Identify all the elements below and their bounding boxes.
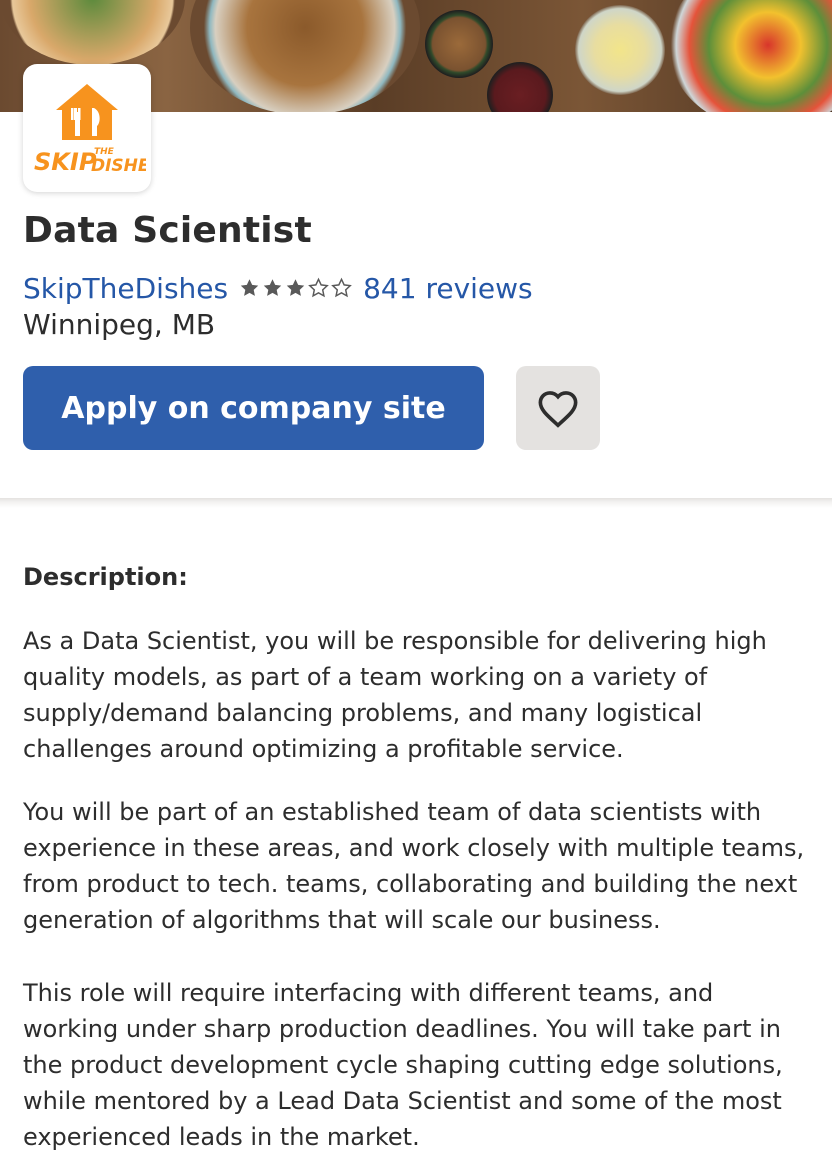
description-paragraph: You will be part of an established team …: [23, 798, 805, 934]
logo-text-dishes: DISHES: [91, 156, 146, 176]
banner-lemon-glass: [575, 5, 665, 95]
description-paragraph: As a Data Scientist, you will be respons…: [23, 627, 767, 763]
star-empty-icon: [308, 277, 329, 298]
banner-spice-bowl: [425, 10, 493, 78]
job-title: Data Scientist: [23, 210, 312, 251]
company-rating-line: SkipTheDishes 841 reviews: [23, 270, 533, 306]
star-empty-icon: [331, 277, 352, 298]
banner-plate: [0, 0, 185, 65]
star-filled-icon: [263, 279, 282, 296]
description-heading: Description:: [23, 563, 188, 591]
description-paragraph: This role will require interfacing with …: [23, 979, 783, 1151]
company-name-link[interactable]: SkipTheDishes: [23, 272, 228, 305]
skip-the-dishes-logo-icon: SKIP THE DISHES: [34, 84, 146, 176]
company-logo: SKIP THE DISHES: [23, 64, 151, 192]
reviews-link[interactable]: 841 reviews: [363, 272, 533, 305]
job-location: Winnipeg, MB: [23, 308, 216, 341]
apply-on-company-site-button[interactable]: Apply on company site: [23, 366, 484, 450]
banner-skewer-plate: [190, 0, 420, 112]
heart-icon: [538, 391, 578, 428]
star-rating: [238, 277, 353, 299]
banner-spice-bowl-2: [487, 62, 553, 112]
logo-text-skip: SKIP: [34, 148, 97, 176]
star-filled-icon: [286, 279, 305, 296]
banner-salad-bowl: [668, 0, 832, 112]
star-filled-icon: [240, 279, 259, 296]
section-divider: [0, 498, 832, 508]
save-job-button[interactable]: [516, 366, 600, 450]
